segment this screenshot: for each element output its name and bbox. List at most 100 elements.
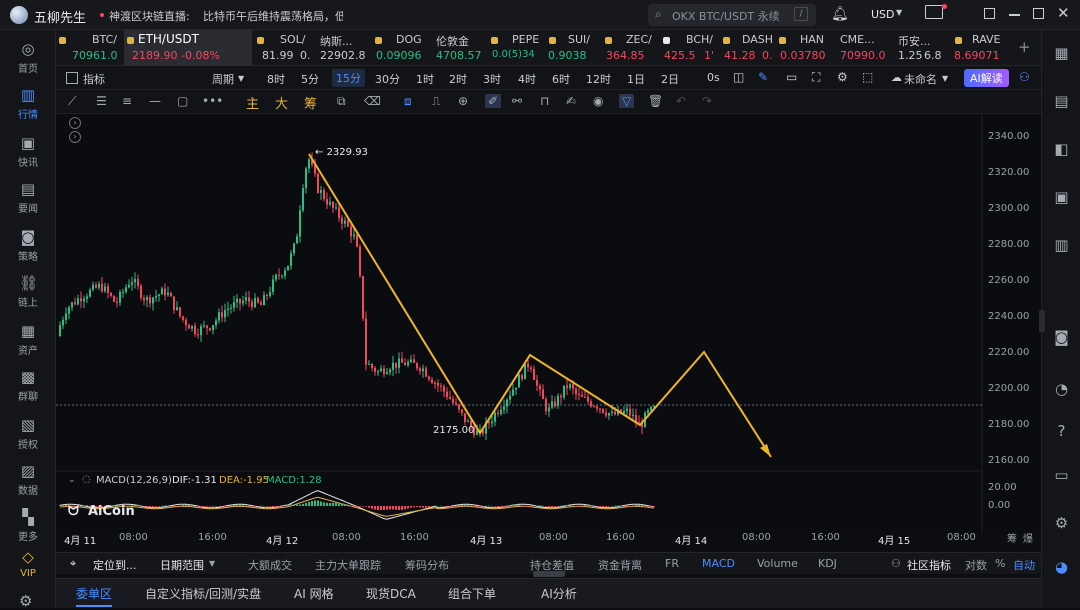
tab-chip-distribution[interactable]: 筹码分布 [405, 557, 449, 573]
search-input[interactable]: OKX BTC/USDT 永续 [672, 8, 780, 24]
tab-spot-dca[interactable]: 现货DCA [366, 585, 416, 602]
camera-icon[interactable]: ◫ [733, 70, 744, 84]
macd-collapse-icon[interactable]: ⌄ [68, 475, 76, 485]
timeframe-6h[interactable]: 6时 [552, 71, 570, 87]
ticker-item[interactable]: 纳斯... 22902.8 [314, 30, 370, 66]
nav-item-groupchat[interactable]: ▩ 群聊 [0, 368, 56, 403]
ticker-item[interactable]: BTC/70961.0 [56, 30, 122, 66]
notes-icon[interactable]: ▤ [1042, 92, 1080, 110]
ticker-item-selected[interactable]: ETH/USDT 2189.90 -0.08% [124, 30, 252, 66]
help-icon[interactable]: ? [1042, 422, 1080, 440]
horizontal-lines-tool-icon[interactable]: ☰ [96, 94, 107, 108]
rectangle-tool-icon[interactable]: ▢ [177, 94, 188, 108]
ticker-item[interactable]: SUI/0.9038 [546, 30, 596, 66]
sync-icon[interactable]: ⧉ [337, 94, 346, 109]
panel-resize-handle[interactable] [533, 571, 565, 577]
ticker-item[interactable]: ZEC/364.85 [602, 30, 654, 66]
ticker-item[interactable]: BCH/425.5 1' [660, 30, 714, 66]
ticker-item[interactable]: 伦敦金 4708.57 [432, 30, 482, 66]
aicoin-assistant-icon[interactable]: ◕ [1042, 558, 1080, 576]
big-order-button[interactable]: 大 [275, 93, 288, 112]
fullscreen-icon[interactable]: ⛶ [812, 70, 820, 85]
period-button[interactable]: 周期 [212, 71, 234, 87]
ticker-item[interactable]: SOL/81.99 0. [254, 30, 312, 66]
robot-assistant-icon[interactable]: ◙ [1042, 328, 1080, 346]
tab-ai-grid[interactable]: AI 网格 [294, 585, 334, 602]
trash-icon[interactable]: 🗑︎ [648, 94, 663, 108]
chip-corner-label[interactable]: 筹 [1007, 530, 1017, 545]
add-ticker-icon[interactable]: + [1018, 38, 1031, 56]
percent-scale-toggle[interactable]: % [995, 557, 1005, 570]
timeframe-5m[interactable]: 5分 [301, 71, 319, 87]
nav-item-assets[interactable]: ▦ 资产 [0, 322, 56, 357]
timeframe-1h[interactable]: 1时 [416, 71, 434, 87]
main-indicator-button[interactable]: 主 [246, 93, 259, 112]
redo-icon[interactable]: ↷ [702, 94, 712, 108]
indicator-button[interactable]: 指标 [83, 71, 105, 87]
ticker-item[interactable]: PEPE 0.0(5)34 [488, 30, 540, 66]
horizontal-line-tool-icon[interactable]: — [149, 94, 161, 108]
window-restore-icon[interactable] [984, 8, 995, 19]
tab-fund-divergence[interactable]: 资金背离 [598, 557, 642, 573]
tab-ai-analysis[interactable]: AI分析 [541, 585, 577, 602]
magnet-icon[interactable]: ⧈ [404, 94, 412, 109]
nav-item-more[interactable]: ▚ 更多 [0, 508, 56, 543]
grid-layout-icon[interactable]: ▦ [1042, 44, 1080, 62]
tab-order-area[interactable]: 委单区 [76, 585, 113, 607]
news-prefix[interactable]: 神渡区块链直播: [109, 8, 190, 24]
ticker-item[interactable]: CME... 70990.0 [836, 30, 892, 66]
eye-icon[interactable]: ◉ [593, 94, 603, 108]
settings-icon[interactable]: ⚙ [1042, 514, 1080, 532]
tab-kdj[interactable]: KDJ [818, 557, 837, 570]
settings-icon[interactable]: ⚙ [837, 70, 848, 84]
nav-item-flash[interactable]: ▣ 快讯 [0, 134, 56, 169]
timeframe-8h[interactable]: 8时 [267, 71, 285, 87]
layout-icon[interactable]: ▭ [786, 70, 797, 84]
timeframe-30m[interactable]: 30分 [375, 71, 400, 87]
locate-button[interactable]: 定位到... [93, 557, 137, 573]
edit-icon[interactable]: ✍ [566, 94, 576, 108]
macd-eye-icon[interactable]: ◌ [82, 474, 91, 485]
community-indicator-button[interactable]: 社区指标 [907, 557, 951, 573]
date-range-button[interactable]: 日期范围 [160, 557, 204, 573]
timeframe-2h[interactable]: 2时 [449, 71, 467, 87]
price-chart[interactable]: › › ← 2329.93 2175.00 2340.00 2320.00 2300… [56, 114, 1041, 547]
nav-item-vip[interactable]: ◇ VIP [0, 548, 56, 579]
sidebar-collapse-handle[interactable] [1039, 310, 1045, 332]
timeframe-15m[interactable]: 15分 [332, 69, 365, 87]
chip-button[interactable]: 筹 [304, 93, 317, 112]
settings-gear-icon[interactable]: ⚙ [19, 592, 32, 610]
nav-item-authorize[interactable]: ▧ 授权 [0, 416, 56, 451]
speedometer-icon[interactable]: ◔ [1042, 380, 1080, 398]
unnamed-layout[interactable]: 未命名 [904, 71, 937, 87]
tab-combo-order[interactable]: 组合下单 [448, 585, 496, 602]
timeframe-12h[interactable]: 12时 [586, 71, 611, 87]
liquidation-corner-label[interactable]: 爆 [1023, 530, 1033, 545]
currency-select[interactable]: USD [871, 8, 895, 21]
template-icon[interactable]: ⬚ [862, 70, 873, 84]
nav-item-onchain[interactable]: ⛓ 链上 [0, 274, 56, 309]
news-ticker[interactable]: 比特币午后维持震荡格局，低... [203, 8, 343, 24]
tab-fr[interactable]: FR [665, 557, 679, 570]
maximize-icon[interactable] [1033, 8, 1044, 19]
chart-canvas[interactable] [56, 114, 1041, 534]
undo-icon[interactable]: ↶ [676, 94, 686, 108]
timeframe-3h[interactable]: 3时 [483, 71, 501, 87]
nav-item-data[interactable]: ▨ 数据 [0, 462, 56, 497]
ticker-item[interactable]: 币安... 1.25 6.8 [894, 30, 948, 66]
nav-item-home[interactable]: ◎ 首页 [0, 40, 56, 75]
lock-icon[interactable]: ⊓ [540, 94, 549, 108]
close-icon[interactable]: ✕ [1057, 4, 1070, 22]
nav-item-news[interactable]: ▤ 要闻 [0, 180, 56, 215]
nav-item-market[interactable]: ▥ 行情 [0, 86, 56, 121]
seconds-button[interactable]: 0s [707, 71, 720, 84]
trade-icon[interactable]: ◧ [1042, 140, 1080, 158]
share-icon[interactable]: ⚇ [1019, 70, 1030, 84]
trendline-tool-icon[interactable]: ⟋ [68, 94, 76, 109]
eraser-icon[interactable]: ⌫ [364, 94, 381, 108]
mail-icon[interactable] [925, 5, 943, 19]
ai-analysis-button[interactable]: AI解读 [964, 69, 1009, 87]
filter-icon[interactable]: ▽ [619, 94, 635, 108]
brush-icon[interactable]: ✐ [485, 94, 502, 108]
window-icon[interactable]: ▭ [1042, 466, 1080, 484]
